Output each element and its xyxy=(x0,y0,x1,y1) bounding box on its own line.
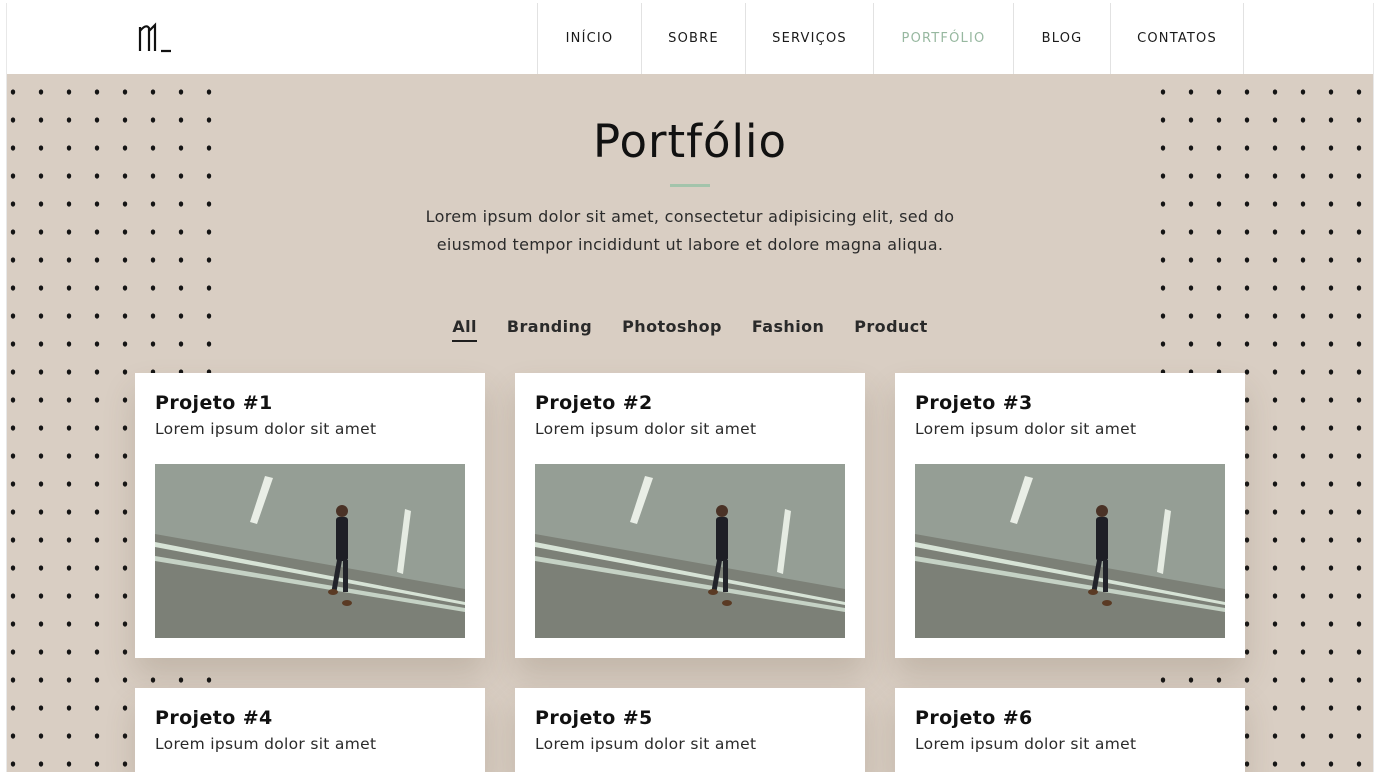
nav-item-portfolio[interactable]: PORTFÓLIO xyxy=(873,3,1013,74)
site-header: INÍCIO SOBRE SERVIÇOS PORTFÓLIO BLOG CON… xyxy=(7,3,1373,74)
filter-photoshop[interactable]: Photoshop xyxy=(622,317,722,342)
page-title: Portfólio xyxy=(592,115,788,168)
nav-item-sobre[interactable]: SOBRE xyxy=(641,3,745,74)
project-image xyxy=(155,464,465,638)
project-subtitle: Lorem ipsum dolor sit amet xyxy=(915,735,1137,753)
project-title: Projeto #6 xyxy=(915,707,1033,729)
project-title: Projeto #4 xyxy=(155,707,273,729)
project-subtitle: Lorem ipsum dolor sit amet xyxy=(535,420,757,438)
nav-item-blog[interactable]: BLOG xyxy=(1013,3,1110,74)
project-title: Projeto #1 xyxy=(155,392,273,414)
project-subtitle: Lorem ipsum dolor sit amet xyxy=(155,420,377,438)
project-card-4[interactable]: Projeto #4 Lorem ipsum dolor sit amet xyxy=(135,688,485,772)
project-subtitle: Lorem ipsum dolor sit amet xyxy=(915,420,1137,438)
title-underline xyxy=(670,184,710,187)
filter-branding[interactable]: Branding xyxy=(507,317,592,342)
nav-item-inicio[interactable]: INÍCIO xyxy=(537,3,641,74)
project-card-6[interactable]: Projeto #6 Lorem ipsum dolor sit amet xyxy=(895,688,1245,772)
project-card-1[interactable]: Projeto #1 Lorem ipsum dolor sit amet xyxy=(135,373,485,658)
project-subtitle: Lorem ipsum dolor sit amet xyxy=(155,735,377,753)
project-image xyxy=(535,464,845,638)
filter-product[interactable]: Product xyxy=(854,317,927,342)
project-title: Projeto #2 xyxy=(535,392,653,414)
page-description: Lorem ipsum dolor sit amet, consectetur … xyxy=(425,207,955,254)
portfolio-filters: All Branding Photoshop Fashion Product xyxy=(7,317,1373,342)
page-frame: INÍCIO SOBRE SERVIÇOS PORTFÓLIO BLOG CON… xyxy=(6,3,1374,772)
logo[interactable] xyxy=(135,21,175,55)
project-card-2[interactable]: Projeto #2 Lorem ipsum dolor sit amet xyxy=(515,373,865,658)
nav-item-servicos[interactable]: SERVIÇOS xyxy=(745,3,873,74)
project-title: Projeto #3 xyxy=(915,392,1033,414)
project-card-5[interactable]: Projeto #5 Lorem ipsum dolor sit amet xyxy=(515,688,865,772)
project-card-3[interactable]: Projeto #3 Lorem ipsum dolor sit amet xyxy=(895,373,1245,658)
filter-fashion[interactable]: Fashion xyxy=(752,317,824,342)
project-subtitle: Lorem ipsum dolor sit amet xyxy=(535,735,757,753)
project-image xyxy=(915,464,1225,638)
main-nav: INÍCIO SOBRE SERVIÇOS PORTFÓLIO BLOG CON… xyxy=(537,3,1244,74)
nav-item-contatos[interactable]: CONTATOS xyxy=(1110,3,1244,74)
filter-all[interactable]: All xyxy=(452,317,477,342)
project-title: Projeto #5 xyxy=(535,707,653,729)
